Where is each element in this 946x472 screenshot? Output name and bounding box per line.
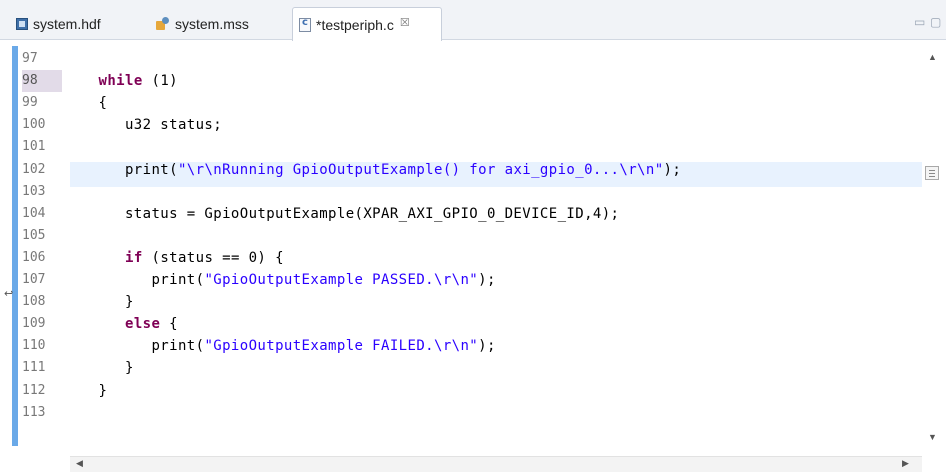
mss-file-icon xyxy=(156,16,170,31)
editor-tab-bar: system.hdf system.mss *testperiph.c ☒ ▭ … xyxy=(0,0,946,41)
code-line[interactable]: print("GpioOutputExample PASSED.\r\n"); xyxy=(72,269,496,291)
scroll-down-icon[interactable]: ▼ xyxy=(928,432,937,442)
code-line[interactable]: u32 status; xyxy=(72,114,222,136)
keyword-token: if xyxy=(124,249,143,266)
line-number: 111 xyxy=(22,360,46,376)
hdf-file-icon xyxy=(16,17,28,30)
line-number: 103 xyxy=(22,183,46,199)
tab-system-hdf[interactable]: system.hdf xyxy=(10,7,130,40)
tab-label: system.hdf xyxy=(33,15,101,32)
code-line[interactable]: if (status == 0) { xyxy=(72,247,284,269)
code-line[interactable]: } xyxy=(72,357,134,379)
code-token: u32 status; xyxy=(72,117,223,134)
horizontal-scrollbar[interactable]: ◀ ▶ xyxy=(70,456,922,472)
c-file-icon xyxy=(299,17,311,32)
code-token: } xyxy=(72,382,108,399)
breakpoint-marker-icon[interactable]: ↩ xyxy=(4,287,13,300)
code-line[interactable]: else { xyxy=(72,313,178,335)
line-number: 113 xyxy=(22,404,46,420)
string-token: "\r\nRunning GpioOutputExample() for axi… xyxy=(177,161,664,178)
code-token: (status == 0) { xyxy=(142,249,284,266)
code-token: status = GpioOutputExample(XPAR_AXI_GPIO… xyxy=(72,205,620,222)
close-tab-icon[interactable]: ☒ xyxy=(400,16,410,29)
tab-testperiph-c[interactable]: *testperiph.c ☒ xyxy=(292,7,442,41)
code-token: { xyxy=(72,95,108,112)
line-number: 99 xyxy=(22,95,38,111)
line-number: 107 xyxy=(22,272,46,287)
string-token: "GpioOutputExample FAILED.\r\n" xyxy=(204,338,479,355)
keyword-token: while xyxy=(98,73,143,90)
code-token: print( xyxy=(72,338,205,355)
code-line[interactable]: } xyxy=(72,380,107,402)
maximize-icon[interactable]: ▢ xyxy=(930,15,941,29)
scroll-up-icon[interactable]: ▲ xyxy=(928,52,937,62)
code-token: print( xyxy=(72,161,178,178)
minimize-icon[interactable]: ▭ xyxy=(914,15,925,29)
line-number: 105 xyxy=(22,227,46,243)
keyword-token: else xyxy=(124,316,161,333)
line-number: 108 xyxy=(22,294,46,310)
line-number: 102 xyxy=(22,161,46,177)
code-token: (1) xyxy=(142,73,178,90)
tab-label: system.mss xyxy=(175,15,249,32)
tab-label: *testperiph.c xyxy=(316,16,394,33)
line-number: 110 xyxy=(22,338,46,354)
tab-system-mss[interactable]: system.mss xyxy=(150,7,280,40)
code-token: ); xyxy=(663,161,682,178)
scroll-left-icon[interactable]: ◀ xyxy=(76,458,83,469)
line-number: 100 xyxy=(22,117,46,133)
code-token: } xyxy=(72,360,134,377)
code-token: ); xyxy=(478,272,496,288)
line-number: 97 xyxy=(22,51,38,66)
code-token: { xyxy=(160,316,178,333)
line-number: 104 xyxy=(22,205,46,221)
vertical-scrollbar[interactable]: ▲ ▼ xyxy=(922,46,942,450)
code-token: ); xyxy=(478,338,496,355)
code-line[interactable]: print("\r\nRunning GpioOutputExample() f… xyxy=(72,159,681,181)
code-line[interactable]: status = GpioOutputExample(XPAR_AXI_GPIO… xyxy=(72,203,619,225)
code-line[interactable]: print("GpioOutputExample FAILED.\r\n"); xyxy=(72,335,496,357)
overview-ruler-icon[interactable] xyxy=(925,166,939,180)
code-token: } xyxy=(72,294,134,311)
line-number: 101 xyxy=(22,139,46,155)
scroll-right-icon[interactable]: ▶ xyxy=(902,458,909,469)
code-line[interactable]: while (1) xyxy=(72,70,178,92)
line-number: 109 xyxy=(22,316,46,332)
line-number: 98 xyxy=(22,70,62,93)
code-line[interactable]: } xyxy=(72,291,134,313)
code-token: print( xyxy=(72,272,205,288)
string-token: "GpioOutputExample PASSED.\r\n" xyxy=(204,272,479,288)
line-number: 112 xyxy=(22,382,46,398)
line-number: 106 xyxy=(22,249,46,265)
code-line[interactable]: { xyxy=(72,92,107,114)
